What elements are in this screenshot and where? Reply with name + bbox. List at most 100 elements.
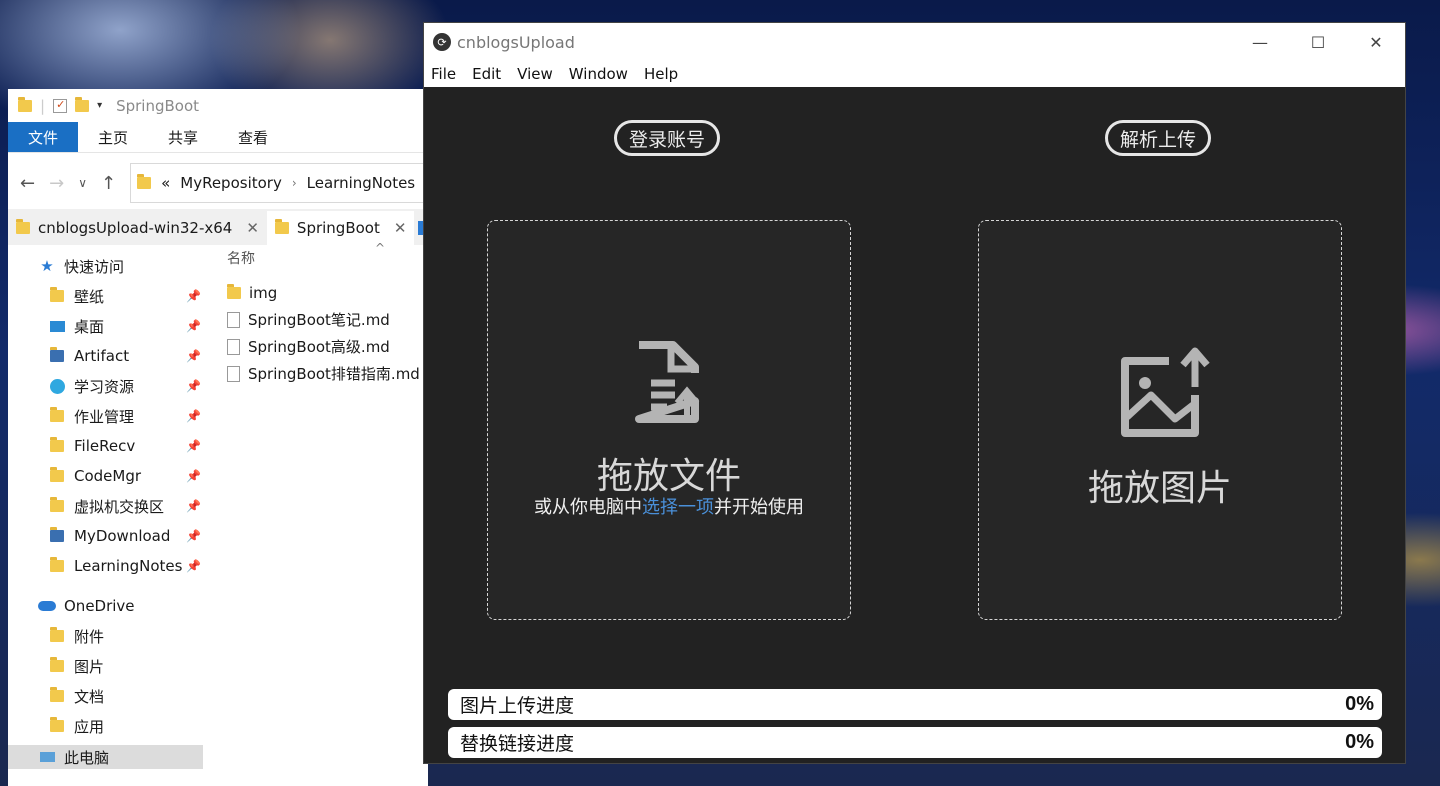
- menu-file[interactable]: File: [431, 65, 456, 83]
- app-title: cnblogsUpload: [457, 32, 575, 52]
- address-bar[interactable]: « MyRepository › LearningNotes: [130, 163, 428, 203]
- file-drop-sub-before: 或从你电脑中: [534, 497, 642, 518]
- nav-item-desktop[interactable]: 桌面 📌: [8, 311, 203, 341]
- ribbon-tab-view[interactable]: 查看: [218, 122, 288, 152]
- file-drop-title: 拖放文件: [596, 456, 741, 497]
- progress-percent: 0%: [1345, 693, 1374, 715]
- link-replace-progress: 替换链接进度 0%: [448, 727, 1382, 758]
- menu-window[interactable]: Window: [569, 65, 628, 83]
- folder-icon: [16, 219, 30, 234]
- close-icon[interactable]: ✕: [1347, 23, 1405, 61]
- folder-tabs: cnblogsUpload-win32-x64 ✕ SpringBoot ✕: [8, 209, 428, 245]
- breadcrumb-chevron-icon[interactable]: ›: [292, 176, 297, 190]
- folder-icon: [48, 407, 66, 422]
- nav-label: 此电脑: [64, 748, 110, 767]
- nav-label: 应用: [74, 717, 105, 736]
- folder-tab-springboot[interactable]: SpringBoot ✕: [266, 211, 415, 245]
- pin-icon[interactable]: 📌: [186, 439, 201, 453]
- file-row[interactable]: SpringBoot排错指南.md: [227, 360, 428, 387]
- ribbon-tab-home[interactable]: 主页: [78, 122, 148, 152]
- file-row[interactable]: SpringBoot高级.md: [227, 333, 428, 360]
- file-dropzone[interactable]: 拖放文件 或从你电脑中选择一项并开始使用: [487, 220, 851, 620]
- app-titlebar: ⟳ cnblogsUpload — ☐ ✕: [424, 23, 1405, 61]
- nav-item-filerecv[interactable]: FileRecv 📌: [8, 431, 203, 461]
- file-row-img[interactable]: img: [227, 279, 428, 306]
- folder-icon: [48, 497, 66, 512]
- pin-icon[interactable]: 📌: [186, 529, 201, 543]
- nav-item-mydownload[interactable]: MyDownload 📌: [8, 521, 203, 551]
- menu-view[interactable]: View: [517, 65, 553, 83]
- ribbon-tab-share[interactable]: 共享: [148, 122, 218, 152]
- nav-item-wallpaper[interactable]: 壁纸 📌: [8, 281, 203, 311]
- maximize-icon[interactable]: ☐: [1289, 23, 1347, 61]
- minimize-icon[interactable]: —: [1231, 23, 1289, 61]
- nav-label: 附件: [74, 627, 105, 646]
- close-tab-icon[interactable]: ✕: [246, 219, 259, 237]
- nav-item-pictures[interactable]: 图片: [8, 651, 203, 681]
- menu-edit[interactable]: Edit: [472, 65, 501, 83]
- parse-upload-button[interactable]: 解析上传: [1105, 120, 1212, 156]
- pin-icon[interactable]: 📌: [186, 469, 201, 483]
- new-folder-icon[interactable]: [75, 96, 90, 112]
- nav-item-learningnotes[interactable]: LearningNotes 📌: [8, 551, 203, 581]
- pin-icon[interactable]: 📌: [186, 349, 201, 363]
- recent-locations-chevron-icon[interactable]: ∨: [78, 176, 87, 190]
- nav-item-learning-resources[interactable]: 学习资源 📌: [8, 371, 203, 401]
- computer-icon: [38, 752, 56, 762]
- nav-item-attachments[interactable]: 附件: [8, 621, 203, 651]
- app-logo-icon: ⟳: [433, 33, 451, 51]
- forward-arrow-icon[interactable]: →: [49, 173, 64, 194]
- nav-label: MyDownload: [74, 527, 171, 545]
- choose-file-link[interactable]: 选择一项: [642, 497, 714, 518]
- breadcrumb-item-myrepository[interactable]: MyRepository: [180, 174, 282, 192]
- nav-item-homework[interactable]: 作业管理 📌: [8, 401, 203, 431]
- pin-icon[interactable]: 📌: [186, 559, 201, 573]
- explorer-titlebar: | ✓ ▾ SpringBoot: [8, 89, 428, 122]
- nav-item-documents[interactable]: 文档: [8, 681, 203, 711]
- menu-help[interactable]: Help: [644, 65, 678, 83]
- nav-item-apps[interactable]: 应用: [8, 711, 203, 741]
- nav-label: 快速访问: [64, 257, 125, 276]
- column-header-name[interactable]: 名称 ^: [227, 241, 428, 271]
- file-row[interactable]: SpringBoot笔记.md: [227, 306, 428, 333]
- nav-label: 桌面: [74, 317, 105, 336]
- pin-icon[interactable]: 📌: [186, 319, 201, 333]
- back-arrow-icon[interactable]: ←: [20, 173, 35, 194]
- progress-label: 替换链接进度: [460, 733, 575, 755]
- nav-label: LearningNotes: [74, 557, 183, 575]
- edge-browser-icon: [48, 378, 66, 394]
- nav-label: CodeMgr: [74, 467, 142, 485]
- properties-icon[interactable]: ✓: [53, 98, 68, 113]
- file-upload-icon: [635, 341, 700, 423]
- quick-access-dropdown-icon[interactable]: ▾: [97, 100, 102, 111]
- file-drop-subtitle: 或从你电脑中选择一项并开始使用: [488, 493, 850, 519]
- explorer-body: ★ 快速访问 壁纸 📌 桌面 📌 Artifact 📌 学习资源 📌 作业管理 📌 Fil…: [8, 241, 428, 769]
- pin-icon[interactable]: 📌: [186, 289, 201, 303]
- nav-item-codemgr[interactable]: CodeMgr 📌: [8, 461, 203, 491]
- breadcrumb-overflow[interactable]: «: [161, 174, 170, 192]
- pin-icon[interactable]: 📌: [186, 379, 201, 393]
- folder-icon: [48, 717, 66, 732]
- nav-label: 图片: [74, 657, 105, 676]
- nav-item-vm-share[interactable]: 虚拟机交换区 📌: [8, 491, 203, 521]
- nav-this-pc[interactable]: 此电脑: [8, 745, 203, 769]
- nav-item-artifact[interactable]: Artifact 📌: [8, 341, 203, 371]
- folder-icon: [18, 96, 32, 112]
- folder-tab-cnblogsupload[interactable]: cnblogsUpload-win32-x64 ✕: [8, 211, 267, 245]
- login-button[interactable]: 登录账号: [614, 120, 721, 156]
- up-arrow-icon[interactable]: ↑: [101, 173, 116, 194]
- image-upload-icon: [1121, 347, 1210, 437]
- nav-quick-access[interactable]: ★ 快速访问: [8, 251, 203, 281]
- pin-icon[interactable]: 📌: [186, 499, 201, 513]
- titlebar-divider: |: [40, 96, 46, 115]
- nav-onedrive[interactable]: OneDrive: [8, 591, 203, 621]
- image-drop-title: 拖放图片: [1087, 468, 1232, 509]
- breadcrumb-item-learningnotes[interactable]: LearningNotes: [307, 174, 415, 192]
- ribbon-tab-file[interactable]: 文件: [8, 122, 78, 152]
- image-dropzone[interactable]: 拖放图片: [978, 220, 1342, 620]
- folder-icon: [48, 687, 66, 702]
- close-tab-icon[interactable]: ✕: [394, 219, 407, 237]
- nav-label: OneDrive: [64, 597, 135, 615]
- pin-icon[interactable]: 📌: [186, 409, 201, 423]
- folder-icon: [48, 627, 66, 642]
